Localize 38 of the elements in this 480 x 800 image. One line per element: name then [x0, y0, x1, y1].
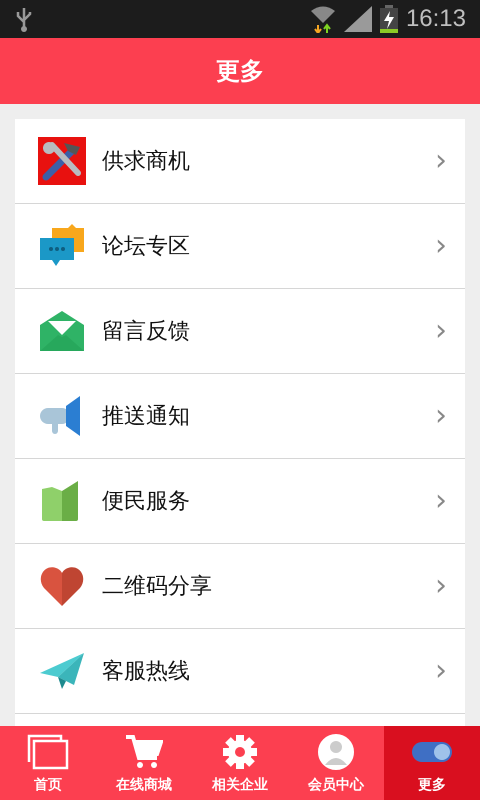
wifi-icon [310, 5, 336, 33]
battery-icon [380, 5, 398, 33]
menu-item[interactable]: 客服热线 › [15, 629, 465, 714]
chevron-icon: › [435, 231, 447, 261]
menu-item[interactable]: 二维码分享 › [15, 544, 465, 629]
chevron-icon: › [435, 656, 447, 686]
menu-label: 二维码分享 [102, 573, 213, 601]
usb-icon [16, 6, 32, 32]
nav-tab[interactable]: 首页 [0, 726, 96, 800]
chevron-icon: › [435, 571, 447, 601]
menu-label: 客服热线 [102, 658, 191, 686]
menu-item[interactable]: 推送通知 › [15, 374, 465, 459]
menu-label: 推送通知 [102, 403, 191, 431]
toggle-icon [411, 741, 453, 763]
user-icon [317, 733, 355, 771]
nav-tab[interactable]: 相关企业 [192, 726, 288, 800]
nav-tab[interactable]: 在线商城 [96, 726, 192, 800]
chevron-icon: › [435, 316, 447, 346]
menu-label: 便民服务 [102, 488, 191, 516]
cart-icon [125, 734, 163, 770]
gear-icon [222, 734, 258, 770]
chevron-icon: › [435, 401, 447, 431]
tools-icon [38, 137, 86, 185]
clock-time: 16:13 [406, 5, 466, 33]
menu-item[interactable]: 便民服务 › [15, 459, 465, 544]
signal-icon [344, 6, 372, 32]
menu-item[interactable]: 留言反馈 › [15, 289, 465, 374]
menu-item[interactable]: 论坛专区 › [15, 204, 465, 289]
menu-label: 供求商机 [102, 148, 191, 176]
nav-tab[interactable]: 会员中心 [288, 726, 384, 800]
pages-icon [27, 734, 69, 770]
chevron-icon: › [435, 486, 447, 516]
menu-item[interactable]: 供求商机 › [15, 119, 465, 204]
menu-label: 留言反馈 [102, 318, 191, 346]
menu-label: 论坛专区 [102, 233, 191, 261]
chevron-icon: › [435, 146, 447, 176]
nav-tab[interactable]: 更多 [384, 726, 480, 800]
page-title: 更多 [216, 56, 264, 87]
